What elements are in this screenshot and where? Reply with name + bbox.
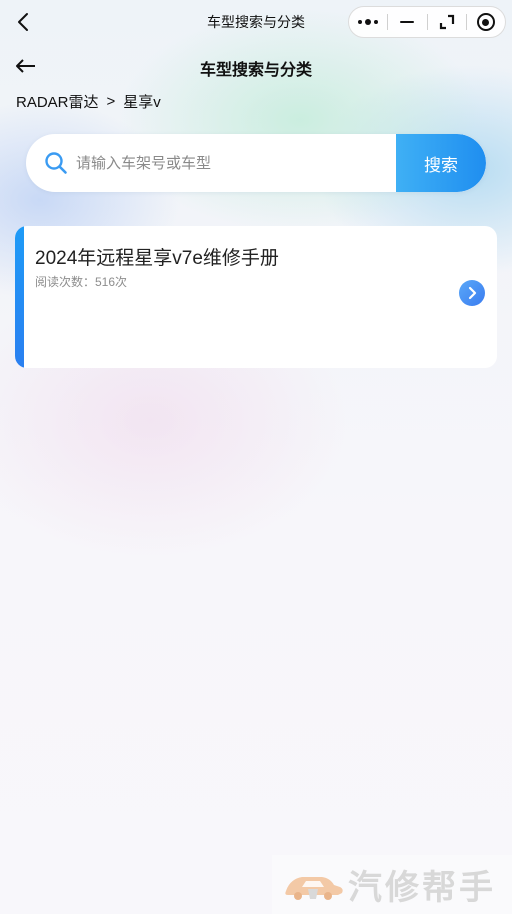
car-logo-icon <box>278 865 348 905</box>
result-title: 2024年远程星享v7e维修手册 <box>35 248 279 269</box>
result-read-count: 阅读次数：516次 <box>35 275 128 289</box>
breadcrumb-item-brand[interactable]: RADAR雷达 <box>16 91 99 112</box>
search-icon <box>44 151 68 175</box>
rotate-icon[interactable] <box>428 6 466 38</box>
result-card[interactable]: 2024年远程星享v7e维修手册 阅读次数：516次 <box>15 226 497 368</box>
page-title: 车型搜索与分类 <box>199 62 312 79</box>
breadcrumb-separator: > <box>106 93 116 110</box>
watermark-text: 汽修帮手 <box>348 868 496 908</box>
breadcrumb-item-series[interactable]: 星享v <box>123 91 161 112</box>
breadcrumb: RADAR雷达 > 星享v <box>16 91 161 112</box>
search-input[interactable] <box>76 148 396 178</box>
search-button[interactable]: 搜索 <box>396 134 486 192</box>
close-target-icon[interactable] <box>467 6 505 38</box>
watermark: 汽修帮手 <box>272 855 512 914</box>
search-bar: 搜索 <box>26 134 486 192</box>
app-top-bar: 车型搜索与分类 <box>0 0 512 44</box>
minimize-icon[interactable] <box>388 6 426 38</box>
more-dots-icon[interactable] <box>349 6 387 38</box>
card-accent-bar <box>15 226 24 368</box>
capsule-menu <box>348 6 506 38</box>
chevron-right-icon[interactable] <box>459 280 485 306</box>
page-header: 车型搜索与分类 <box>0 52 512 80</box>
